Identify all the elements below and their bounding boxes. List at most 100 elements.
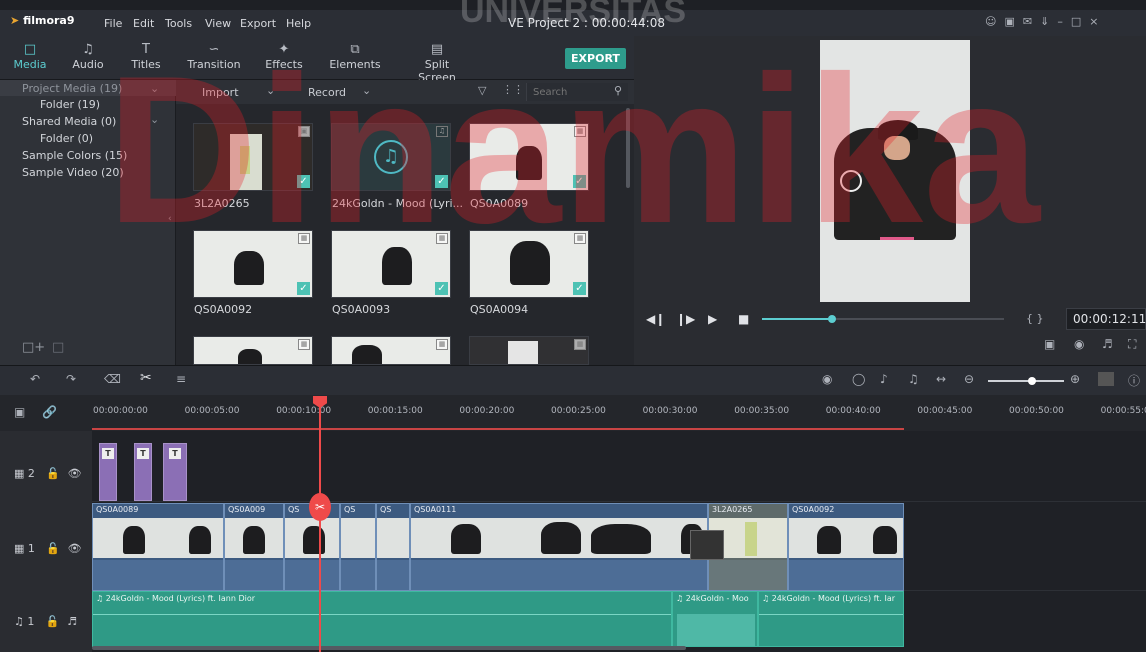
record-button[interactable]: Record	[308, 86, 346, 99]
tab-media[interactable]: □ Media	[0, 42, 60, 71]
title-clip[interactable]: T	[163, 443, 187, 501]
link-icon[interactable]: 🔗	[42, 405, 57, 419]
chevron-down-icon[interactable]: ⌄	[150, 113, 159, 126]
microphone-icon[interactable]: ♪	[880, 372, 888, 386]
library-sample-colors[interactable]: Sample Colors (15)	[22, 149, 127, 162]
zoom-in-icon[interactable]: ⊕	[1070, 372, 1080, 386]
filter-icon[interactable]: ▽	[478, 84, 486, 97]
zoom-handle[interactable]	[1028, 377, 1036, 385]
media-thumb[interactable]: ▦	[331, 336, 451, 365]
menu-help[interactable]: Help	[286, 17, 311, 30]
new-folder-icon[interactable]: □+	[22, 340, 45, 355]
save-icon[interactable]: ▣	[1004, 15, 1022, 28]
tab-transition[interactable]: ∽ Transition	[184, 42, 244, 71]
chevron-down-icon[interactable]: ⌄	[362, 84, 371, 97]
tab-elements[interactable]: ⧉ Elements	[325, 42, 385, 71]
render-icon[interactable]: ◉	[822, 372, 832, 386]
chevron-down-icon[interactable]: ⌄	[266, 84, 275, 97]
fit-icon[interactable]: ↔	[936, 372, 946, 386]
add-track-icon[interactable]: ▣	[14, 405, 25, 419]
media-thumb[interactable]: ▦ ✓	[331, 230, 451, 298]
previous-frame-icon[interactable]: ◀❙	[646, 312, 665, 326]
next-frame-icon[interactable]: ❙▶	[676, 312, 695, 326]
play-icon[interactable]: ▶	[708, 312, 717, 326]
lock-icon[interactable]: 🔓	[46, 467, 60, 480]
maximize-icon[interactable]: □	[1071, 15, 1089, 28]
render-preview-icon[interactable]: ▣	[1044, 337, 1055, 351]
work-area-bar[interactable]	[92, 428, 904, 430]
menu-tools[interactable]: Tools	[165, 17, 192, 30]
media-thumb[interactable]: ♫ ♫ ✓	[331, 123, 451, 191]
media-thumb[interactable]: ▦ ✓	[469, 123, 589, 191]
tab-split-screen[interactable]: ▤ Split Screen	[405, 42, 469, 84]
tab-effects[interactable]: ✦ Effects	[254, 42, 314, 71]
stop-icon[interactable]: ■	[738, 312, 749, 326]
media-thumb[interactable]: ▦ ✓	[193, 230, 313, 298]
timeline-scrollbar[interactable]	[92, 646, 686, 650]
volume-icon[interactable]: ♬	[1102, 337, 1113, 351]
library-project-media[interactable]: Project Media (19)	[22, 82, 122, 95]
audio-clip[interactable]: ♫ 24kGoldn - Mood (Lyrics) ft. Iann Dior	[92, 591, 672, 647]
search-box[interactable]: ⚲	[526, 83, 628, 101]
chevron-down-icon[interactable]: ⌄	[150, 82, 159, 95]
minimize-icon[interactable]: –	[1057, 15, 1071, 28]
media-thumb[interactable]: ▦ ✓	[469, 230, 589, 298]
lock-icon[interactable]: 🔓	[46, 542, 60, 555]
collapse-arrow-icon[interactable]: ‹	[168, 214, 172, 224]
audio-clip[interactable]: ♫ 24kGoldn - Moo	[672, 591, 758, 647]
delete-folder-icon[interactable]: □	[52, 340, 64, 355]
library-shared-folder[interactable]: Folder (0)	[40, 132, 93, 145]
cut-icon[interactable]: ✂	[140, 370, 152, 386]
redo-icon[interactable]: ↷	[66, 372, 76, 386]
menu-file[interactable]: File	[104, 17, 122, 30]
eye-icon[interactable]: 👁	[68, 467, 82, 480]
delete-icon[interactable]: ⌫	[104, 372, 121, 386]
library-shared-media[interactable]: Shared Media (0)	[22, 115, 116, 128]
search-icon[interactable]: ⚲	[614, 84, 622, 97]
audio-mixer-icon[interactable]: ♫	[908, 372, 919, 386]
menu-export[interactable]: Export	[240, 17, 276, 30]
transition-marker[interactable]	[690, 530, 724, 560]
grid-view-icon[interactable]: ⋮⋮	[502, 83, 524, 96]
video-clip[interactable]: QS0A0092	[788, 503, 904, 591]
video-clip[interactable]: QS	[376, 503, 410, 591]
media-thumb[interactable]: ▦	[193, 336, 313, 365]
snapshot-icon[interactable]: ◉	[1074, 337, 1084, 351]
close-icon[interactable]: ×	[1089, 15, 1106, 28]
zoom-out-icon[interactable]: ⊖	[964, 372, 974, 386]
tab-audio[interactable]: ♫ Audio	[58, 42, 118, 71]
media-thumb[interactable]: ▦	[469, 336, 589, 365]
split-scissors-icon[interactable]: ✂	[309, 493, 331, 521]
download-icon[interactable]: ⇓	[1040, 15, 1057, 28]
lock-icon[interactable]: 🔓	[46, 615, 60, 628]
video-clip[interactable]: QS0A0111	[410, 503, 708, 591]
adjust-icon[interactable]: ≡	[176, 372, 186, 386]
media-thumb[interactable]: ▣ ✓	[193, 123, 313, 191]
library-folder[interactable]: Folder (19)	[40, 98, 100, 111]
mail-icon[interactable]: ✉	[1023, 15, 1040, 28]
library-sample-video[interactable]: Sample Video (20)	[22, 166, 124, 179]
marker-icon[interactable]: ◯	[852, 372, 865, 386]
eye-icon[interactable]: 👁	[68, 542, 82, 555]
account-icon[interactable]: ☺	[985, 15, 1004, 28]
speaker-icon[interactable]: ♬	[67, 615, 77, 628]
playhead-line[interactable]	[319, 398, 321, 652]
menu-edit[interactable]: Edit	[133, 17, 154, 30]
zoom-slider[interactable]	[988, 377, 1064, 385]
preview-progress-track[interactable]	[762, 315, 1004, 323]
fullscreen-icon[interactable]: ⛶	[1128, 337, 1136, 352]
undo-icon[interactable]: ↶	[30, 372, 40, 386]
pause-icon[interactable]	[1098, 372, 1114, 386]
search-input[interactable]	[533, 85, 607, 99]
video-clip[interactable]: QS	[340, 503, 376, 591]
export-button[interactable]: EXPORT	[565, 48, 626, 69]
title-clip[interactable]: T	[99, 443, 117, 501]
title-clip[interactable]: T	[134, 443, 152, 501]
menu-view[interactable]: View	[205, 17, 231, 30]
video-clip[interactable]: QS0A009	[224, 503, 284, 591]
help-icon[interactable]: ⓘ	[1128, 372, 1140, 389]
audio-clip[interactable]: ♫ 24kGoldn - Mood (Lyrics) ft. Iar	[758, 591, 904, 647]
video-clip[interactable]: QS0A0089	[92, 503, 224, 591]
media-scrollbar[interactable]	[626, 108, 630, 188]
import-button[interactable]: Import	[202, 86, 239, 99]
